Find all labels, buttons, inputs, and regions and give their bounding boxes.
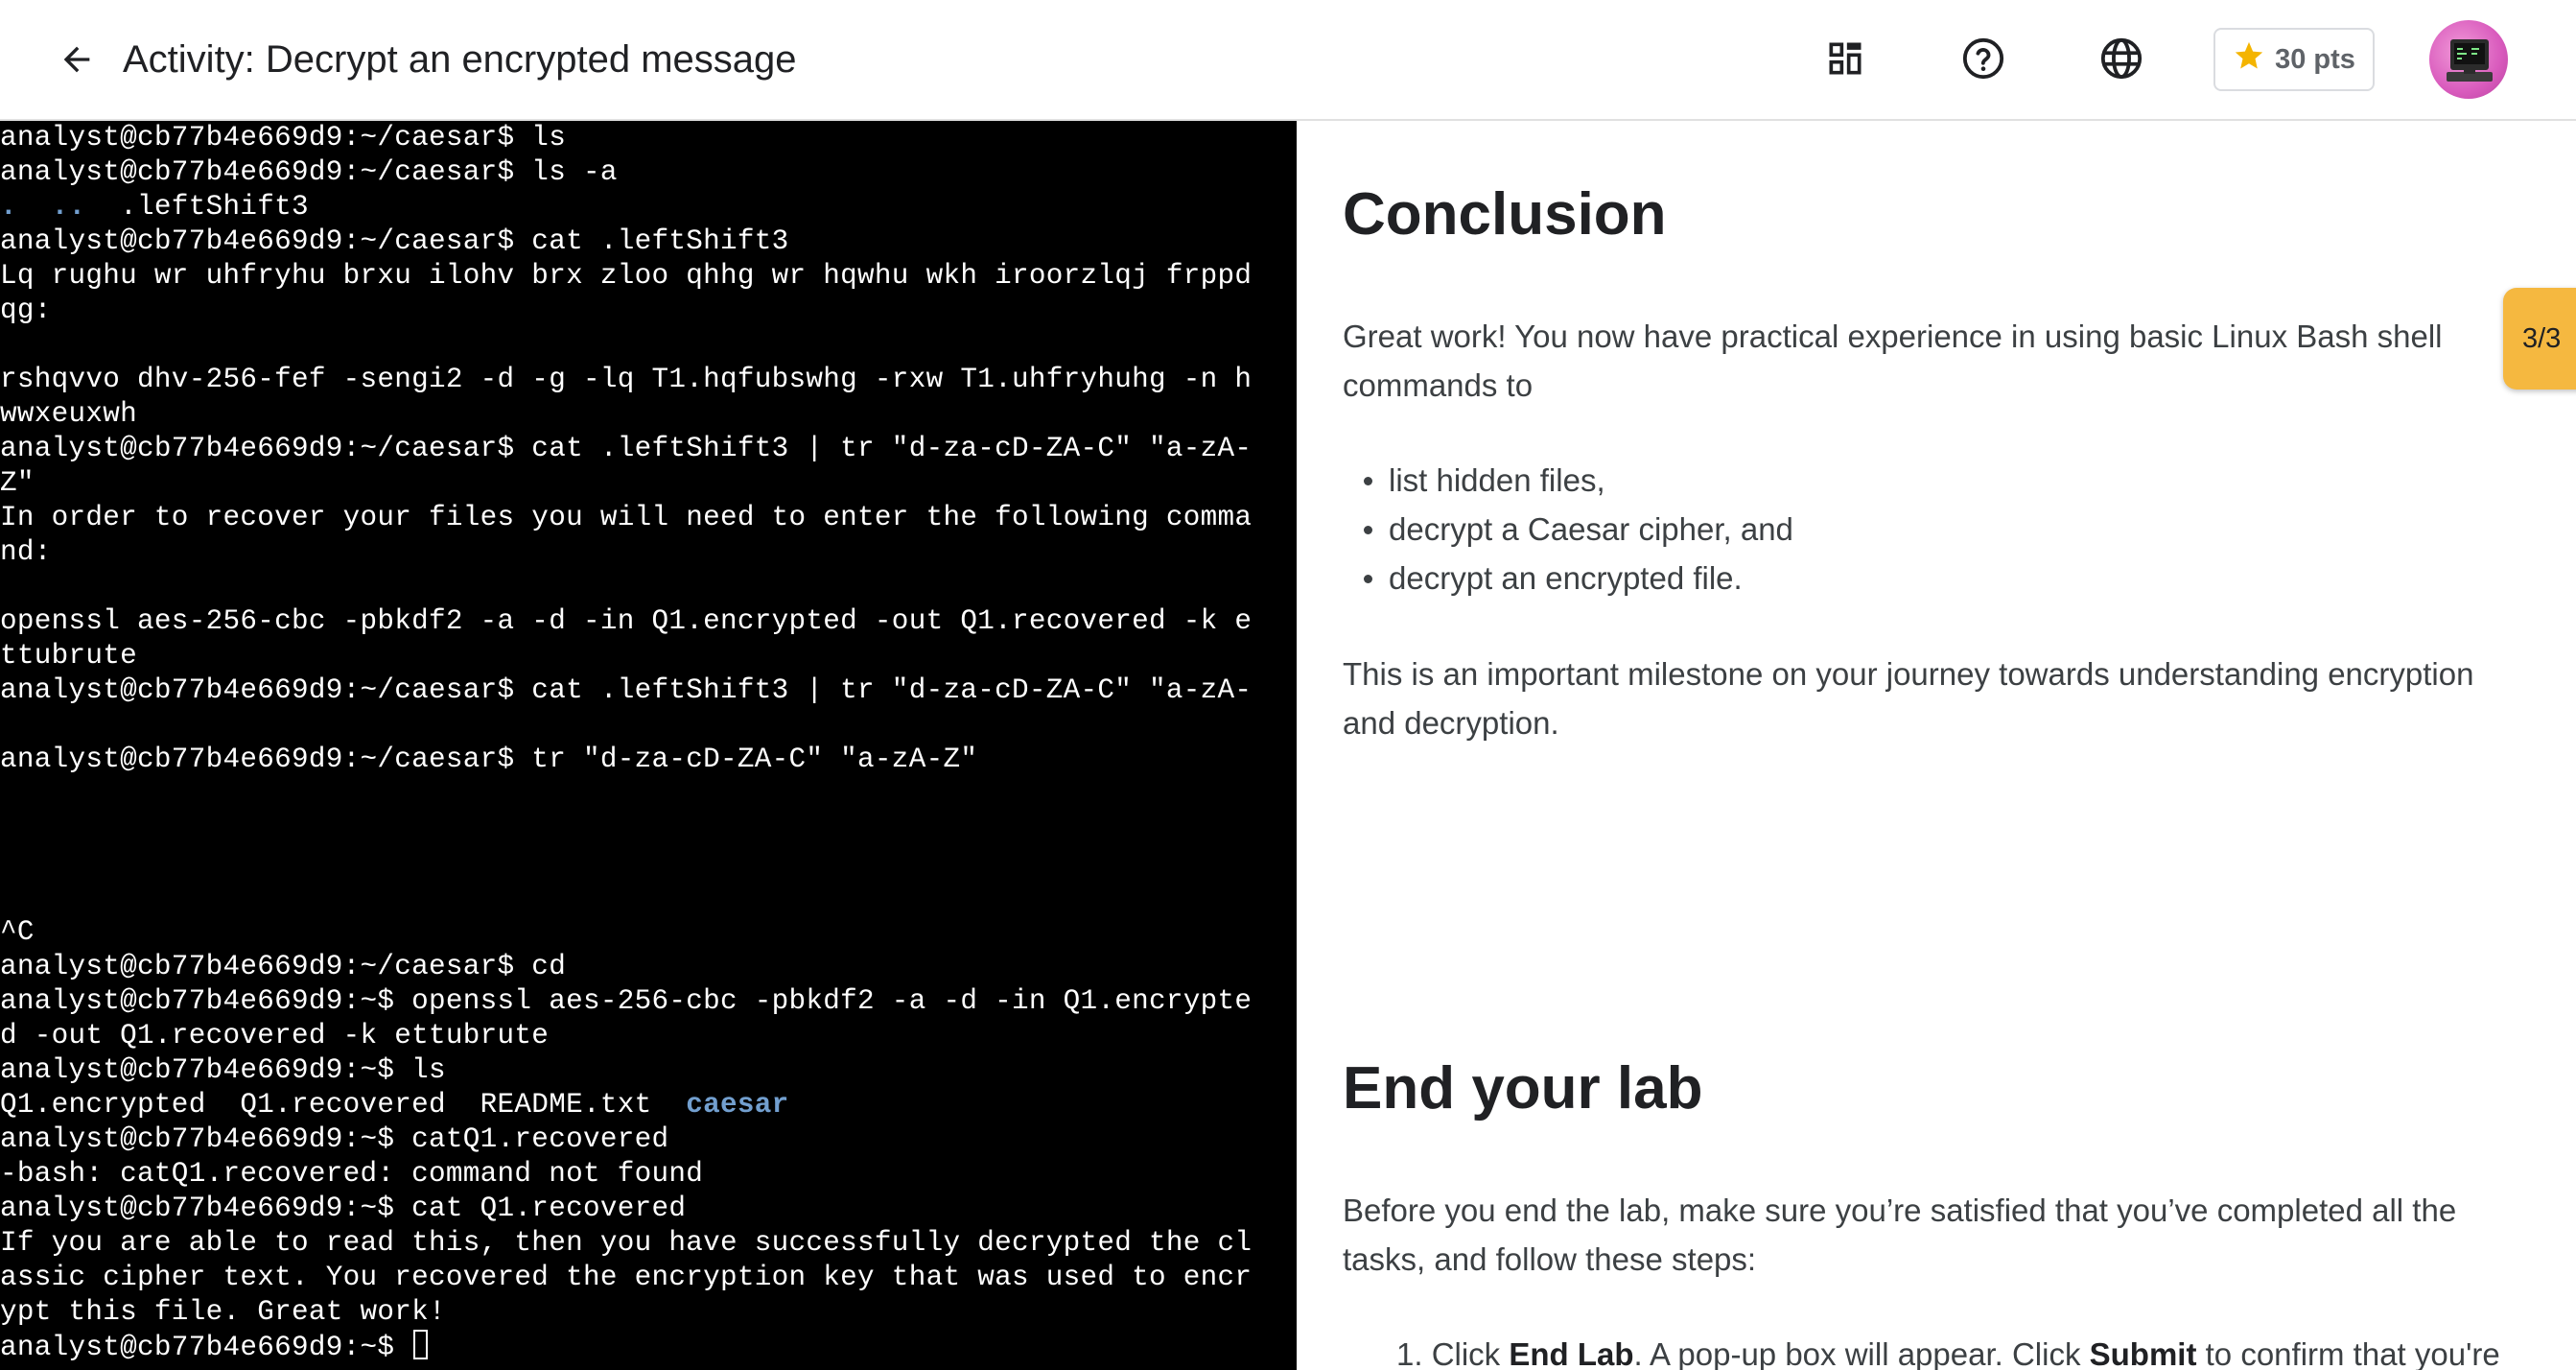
page-title: Activity: Decrypt an encrypted message (123, 38, 797, 81)
skills-list: list hidden files, decrypt a Caesar ciph… (1343, 456, 2494, 602)
avatar-computer-icon (2447, 39, 2493, 82)
terminal-line: . .. .leftShift3 (0, 190, 1297, 224)
submit-link-text: Submit (2089, 1336, 2197, 1370)
dir-entry: caesar (686, 1089, 789, 1121)
terminal-line: analyst@cb77b4e669d9:~$ (0, 1330, 1297, 1364)
file-entries: Q1.encrypted Q1.recovered README.txt (0, 1089, 687, 1121)
terminal-line: nd: (0, 536, 52, 568)
terminal-line: analyst@cb77b4e669d9:~/caesar$ cat .left… (0, 674, 1253, 706)
terminal-line: analyst@cb77b4e669d9:~$ cat Q1.recovered (0, 1193, 687, 1224)
terminal-line: analyst@cb77b4e669d9:~/caesar$ ls (0, 122, 567, 154)
conclusion-heading: Conclusion (1343, 181, 1667, 248)
terminal-line: ^C (0, 916, 35, 948)
terminal-line: analyst@cb77b4e669d9:~/caesar$ cd (0, 951, 567, 982)
terminal-line: analyst@cb77b4e669d9:~$ ls (0, 1054, 446, 1086)
dashboard-icon (1824, 37, 1866, 84)
terminal-line: analyst@cb77b4e669d9:~/caesar$ cat .left… (0, 433, 1253, 464)
language-icon (2099, 36, 2143, 85)
step-1-prefix: 1. Click (1396, 1336, 1510, 1370)
instructions-panel: Conclusion Great work! You now have prac… (1297, 121, 2576, 1370)
terminal-window[interactable]: analyst@cb77b4e669d9:~/caesar$ ls analyst… (0, 121, 1297, 1370)
terminal-cursor[interactable] (413, 1330, 429, 1359)
list-item: decrypt a Caesar cipher, and (1343, 505, 2494, 554)
avatar[interactable] (2429, 20, 2508, 99)
terminal-line: analyst@cb77b4e669d9:~/caesar$ tr "d-za-… (0, 744, 978, 775)
dir-entries: . .. (0, 191, 86, 223)
terminal-line: Z" (0, 467, 35, 499)
progress-tab[interactable]: 3/3 (2503, 288, 2576, 390)
arrow-back-icon (58, 40, 96, 83)
terminal-line: wwxeuxwh (0, 398, 138, 430)
points-button[interactable]: 30 pts (2213, 28, 2375, 91)
language-button[interactable] (2090, 29, 2153, 92)
terminal-line: assic cipher text. You recovered the enc… (0, 1262, 1253, 1293)
step-1: 1. Click End Lab. A pop-up box will appe… (1396, 1330, 2576, 1370)
terminal-line: analyst@cb77b4e669d9:~$ openssl aes-256-… (0, 985, 1253, 1017)
step-1-end: to confirm that you're (2196, 1336, 2500, 1370)
conclusion-paragraph: Great work! You now have practical exper… (1343, 319, 2443, 403)
terminal-line: qg: (0, 295, 52, 326)
list-item: decrypt an encrypted file. (1343, 554, 2494, 602)
terminal-line: analyst@cb77b4e669d9:~/caesar$ ls -a (0, 156, 618, 188)
terminal-line: rshqvvo dhv-256-fef -sengi2 -d -g -lq T1… (0, 364, 1253, 395)
file-entry: .leftShift3 (85, 191, 309, 223)
prompt: analyst@cb77b4e669d9:~$ (0, 1332, 412, 1363)
terminal-line: In order to recover your files you will … (0, 502, 1253, 533)
terminal-line: ttubrute (0, 640, 138, 672)
terminal-line: openssl aes-256-cbc -pbkdf2 -a -d -in Q1… (0, 605, 1253, 637)
terminal-line: d -out Q1.recovered -k ettubrute (0, 1020, 550, 1051)
top-bar: Activity: Decrypt an encrypted message 3… (0, 0, 2576, 121)
dashboard-button[interactable] (1814, 29, 1877, 92)
terminal-line: analyst@cb77b4e669d9:~/caesar$ cat .left… (0, 225, 789, 257)
milestone-paragraph: This is an important milestone on your j… (1343, 656, 2474, 741)
back-button[interactable] (48, 33, 105, 90)
help-button[interactable] (1952, 29, 2015, 92)
end-lab-heading: End your lab (1343, 1055, 1703, 1122)
terminal-line: Q1.encrypted Q1.recovered README.txt cae… (0, 1088, 1297, 1122)
terminal-line: -bash: catQ1.recovered: command not foun… (0, 1158, 704, 1190)
end-lab-paragraph: Before you end the lab, make sure you’re… (1343, 1193, 2457, 1277)
star-icon (2233, 39, 2265, 80)
progress-label: 3/3 (2522, 322, 2562, 354)
help-icon (1961, 36, 2005, 85)
end-lab-link-text: End Lab (1509, 1336, 1634, 1370)
terminal-line: analyst@cb77b4e669d9:~$ catQ1.recovered (0, 1123, 669, 1155)
step-1-middle: . A pop-up box will appear. Click (1633, 1336, 2090, 1370)
terminal-line: If you are able to read this, then you h… (0, 1227, 1253, 1259)
list-item: list hidden files, (1343, 456, 2494, 505)
terminal-line: ypt this file. Great work! (0, 1296, 446, 1328)
points-label: 30 pts (2275, 43, 2355, 75)
terminal-line: Lq rughu wr uhfryhu brxu ilohv brx zloo … (0, 260, 1253, 292)
terminal-output: analyst@cb77b4e669d9:~/caesar$ ls analyst… (0, 121, 1297, 1364)
